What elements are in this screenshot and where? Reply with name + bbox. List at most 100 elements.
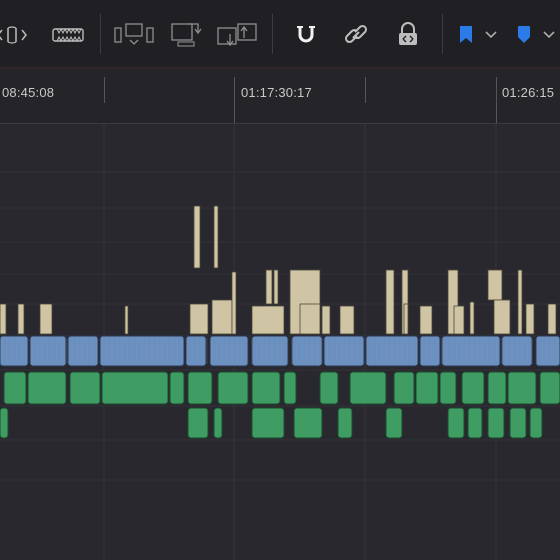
audio-clip-blue[interactable] <box>209 335 249 367</box>
video-clip[interactable] <box>547 303 557 335</box>
insert-clip-button[interactable] <box>114 20 154 50</box>
marker-button[interactable] <box>514 20 534 50</box>
audio-clip-blue[interactable] <box>67 335 99 367</box>
video-clip[interactable] <box>251 305 285 335</box>
video-clip[interactable] <box>124 305 129 335</box>
audio-clip-green[interactable] <box>187 371 213 405</box>
audio-clip-green[interactable] <box>69 371 101 405</box>
video-clip[interactable] <box>517 269 523 335</box>
ruler-major-tick <box>496 77 497 123</box>
flag-icon <box>460 26 472 43</box>
audio-clip-green[interactable] <box>27 371 67 405</box>
audio-clip-green[interactable] <box>539 371 560 405</box>
audio-clip-green[interactable] <box>251 371 281 405</box>
audio-clip-green[interactable] <box>319 371 339 405</box>
trim-edit-mode-icon <box>0 26 27 44</box>
lock-icon <box>399 22 417 45</box>
video-clip[interactable] <box>385 269 395 335</box>
video-clip[interactable] <box>213 205 219 269</box>
audio-clip-green[interactable] <box>3 371 27 405</box>
marker-icon <box>518 26 530 43</box>
overwrite-clip-button[interactable] <box>168 20 204 50</box>
timecode-label: 01:26:15 <box>502 85 555 100</box>
video-clip[interactable] <box>339 305 355 335</box>
audio-clip-green[interactable] <box>349 371 387 405</box>
ruler-major-tick <box>234 77 235 123</box>
toolbar-divider <box>272 14 273 54</box>
timecode-label: 01:17:30:17 <box>241 85 312 100</box>
video-clip[interactable] <box>17 303 25 335</box>
video-clip[interactable] <box>0 303 7 335</box>
magnet-icon <box>297 26 315 43</box>
video-clip[interactable] <box>525 303 535 335</box>
timeline-tracks[interactable] <box>0 124 560 560</box>
video-clip[interactable] <box>321 305 331 335</box>
audio-clip-green[interactable] <box>393 371 415 405</box>
audio-clip-green[interactable] <box>187 407 209 439</box>
video-clip[interactable] <box>469 301 475 335</box>
ruler-major-tick <box>365 77 366 103</box>
video-clip[interactable] <box>419 305 433 335</box>
audio-clip-green[interactable] <box>487 371 507 405</box>
audio-clip-green[interactable] <box>487 407 505 439</box>
marker-dropdown[interactable] <box>542 27 556 45</box>
audio-clip-green[interactable] <box>507 371 537 405</box>
audio-clip-green[interactable] <box>337 407 353 439</box>
trim-edit-mode-button[interactable] <box>0 20 36 50</box>
video-clip[interactable] <box>39 303 53 335</box>
audio-clip-green[interactable] <box>0 407 9 439</box>
audio-clip-blue[interactable] <box>535 335 560 367</box>
replace-clip-button[interactable] <box>216 20 258 50</box>
replace-clip-icon <box>217 23 257 47</box>
audio-clip-green[interactable] <box>467 407 483 439</box>
insert-clip-icon <box>114 23 154 45</box>
toolbar-divider <box>100 14 101 54</box>
video-clip[interactable] <box>265 269 273 305</box>
blade-edit-mode-button[interactable] <box>50 20 86 50</box>
link-icon <box>344 24 368 44</box>
ruler-major-tick <box>104 77 105 103</box>
audio-clip-green[interactable] <box>529 407 543 439</box>
audio-clip-green[interactable] <box>283 371 297 405</box>
video-clip[interactable] <box>299 303 321 335</box>
audio-clip-green[interactable] <box>509 407 527 439</box>
audio-clip-green[interactable] <box>439 371 457 405</box>
audio-clip-green[interactable] <box>101 371 169 405</box>
timecode-label: 08:45:08 <box>2 85 55 100</box>
overwrite-clip-icon <box>171 23 202 47</box>
audio-clip-green[interactable] <box>251 407 285 439</box>
video-clip[interactable] <box>189 303 209 335</box>
chevron-down-icon <box>543 31 555 39</box>
audio-clip-blue[interactable] <box>251 335 289 367</box>
timeline-canvas[interactable] <box>0 124 560 560</box>
audio-clip-blue[interactable] <box>185 335 207 367</box>
position-lock-button[interactable] <box>392 20 424 50</box>
video-clip[interactable] <box>211 299 233 335</box>
video-clip[interactable] <box>453 305 465 335</box>
audio-clip-blue[interactable] <box>0 335 29 367</box>
audio-clip-green[interactable] <box>217 371 249 405</box>
video-clip[interactable] <box>403 303 409 335</box>
timeline-toolbar <box>0 0 560 68</box>
flag-button[interactable] <box>456 20 476 50</box>
audio-clip-green[interactable] <box>213 407 223 439</box>
video-clip[interactable] <box>193 205 201 269</box>
video-clip[interactable] <box>231 271 237 335</box>
audio-clip-blue[interactable] <box>441 335 501 367</box>
audio-clip-green[interactable] <box>385 407 403 439</box>
linked-selection-button[interactable] <box>340 20 372 50</box>
audio-clip-green[interactable] <box>415 371 439 405</box>
video-clip[interactable] <box>493 299 511 335</box>
audio-clip-green[interactable] <box>293 407 323 439</box>
flag-dropdown[interactable] <box>484 27 498 45</box>
video-clip[interactable] <box>487 269 503 301</box>
snapping-button[interactable] <box>290 20 322 50</box>
audio-clip-green[interactable] <box>169 371 185 405</box>
audio-clip-blue[interactable] <box>323 335 365 367</box>
toolbar-divider <box>442 14 443 54</box>
audio-clip-green[interactable] <box>461 371 485 405</box>
video-clip[interactable] <box>273 269 279 305</box>
timecode-ruler[interactable]: 08:45:08 01:17:30:17 01:26:15 <box>0 69 560 124</box>
audio-clip-blue[interactable] <box>29 335 67 367</box>
audio-clip-green[interactable] <box>447 407 465 439</box>
